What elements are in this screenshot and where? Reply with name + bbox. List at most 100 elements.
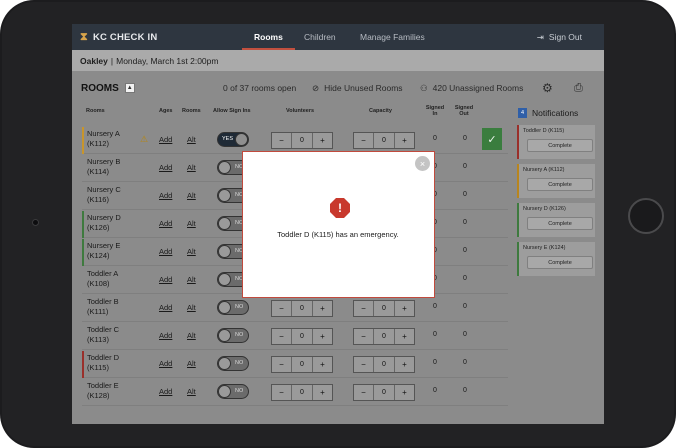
room-name: Nursery C (K116) <box>87 185 121 204</box>
ages-add-link[interactable]: Add <box>159 359 172 368</box>
toggle-knob <box>218 245 231 258</box>
tab-children[interactable]: Children <box>304 24 336 50</box>
col-volunteers: Volunteers <box>286 108 315 114</box>
gear-icon[interactable]: ⚙ <box>542 71 553 105</box>
app-screen: ⧗ KC CHECK IN Rooms Children Manage Fami… <box>72 24 604 424</box>
ages-add-link[interactable]: Add <box>159 331 172 340</box>
close-icon[interactable]: × <box>415 156 430 171</box>
ages-add-link[interactable]: Add <box>159 163 172 172</box>
toggle-knob <box>218 357 231 370</box>
ages-add-link[interactable]: Add <box>159 303 172 312</box>
ages-add-link[interactable]: Add <box>159 387 172 396</box>
ages-add-link[interactable]: Add <box>159 219 172 228</box>
plus-icon[interactable]: + <box>395 357 414 372</box>
tab-manage-families[interactable]: Manage Families <box>360 24 425 50</box>
room-name: Nursery B (K114) <box>87 157 121 176</box>
home-button[interactable] <box>628 198 664 234</box>
rooms-alt-link[interactable]: Alt <box>187 191 196 200</box>
checkmark-icon[interactable]: ✓ <box>482 128 502 150</box>
sign-out-button[interactable]: ⇥ Sign Out <box>537 24 582 50</box>
rooms-alt-link[interactable]: Alt <box>187 135 196 144</box>
minus-icon[interactable]: − <box>354 329 373 344</box>
plus-icon[interactable]: + <box>313 357 332 372</box>
plus-icon[interactable]: + <box>313 301 332 316</box>
ages-add-link[interactable]: Add <box>159 135 172 144</box>
unassigned-label: 420 Unassigned Rooms <box>432 83 524 93</box>
rooms-alt-link[interactable]: Alt <box>187 387 196 396</box>
capacity-stepper[interactable]: −0+ <box>353 328 415 345</box>
plus-icon[interactable]: + <box>395 329 414 344</box>
minus-icon[interactable]: − <box>272 133 291 148</box>
allow-sign-in-toggle[interactable]: NO <box>217 300 249 315</box>
allow-sign-in-toggle[interactable]: NO <box>217 384 249 399</box>
minus-icon[interactable]: − <box>354 385 373 400</box>
hide-unused-rooms-button[interactable]: ⊘ Hide Unused Rooms <box>312 71 403 105</box>
tab-rooms[interactable]: Rooms <box>242 24 295 50</box>
row-status-stripe <box>82 239 84 266</box>
signed-out-count: 0 <box>463 191 467 198</box>
signed-in-count: 0 <box>433 331 437 338</box>
rooms-alt-link[interactable]: Alt <box>187 163 196 172</box>
notification-room: Nursery E (K124) <box>523 245 566 251</box>
brand[interactable]: ⧗ KC CHECK IN <box>80 24 157 50</box>
rooms-alt-link[interactable]: Alt <box>187 219 196 228</box>
plus-icon[interactable]: + <box>313 133 332 148</box>
toggle-knob <box>218 273 231 286</box>
minus-icon[interactable]: − <box>354 133 373 148</box>
tablet-device: ⧗ KC CHECK IN Rooms Children Manage Fami… <box>0 0 676 448</box>
minus-icon[interactable]: − <box>272 385 291 400</box>
printer-icon[interactable]: ⎙ <box>574 71 583 105</box>
capacity-stepper[interactable]: −0+ <box>353 300 415 317</box>
allow-sign-in-toggle[interactable]: YES <box>217 132 249 147</box>
unassigned-rooms-button[interactable]: ⚇ 420 Unassigned Rooms <box>420 71 523 105</box>
hide-unused-label: Hide Unused Rooms <box>324 83 403 93</box>
page-title: ROOMS <box>81 82 119 94</box>
capacity-stepper[interactable]: −0+ <box>353 132 415 149</box>
rooms-alt-link[interactable]: Alt <box>187 247 196 256</box>
col-capacity: Capacity <box>369 108 392 114</box>
plus-icon[interactable]: + <box>395 301 414 316</box>
ages-add-link[interactable]: Add <box>159 191 172 200</box>
notification-card: Nursery D (K126) Complete <box>517 203 595 237</box>
minus-icon[interactable]: − <box>354 301 373 316</box>
volunteers-stepper[interactable]: −0+ <box>271 328 333 345</box>
volunteers-stepper[interactable]: −0+ <box>271 384 333 401</box>
emergency-message: Toddler D (K115) has an emergency. <box>277 230 399 239</box>
table-row: Toddler D (K115) Add Alt NO −0 + −0 + 0 0 <box>82 351 508 378</box>
minus-icon[interactable]: − <box>354 357 373 372</box>
toggle-knob <box>235 133 248 146</box>
capacity-stepper[interactable]: −0+ <box>353 384 415 401</box>
rooms-alt-link[interactable]: Alt <box>187 331 196 340</box>
table-row: Toddler E (K128) Add Alt NO −0 + −0 + 0 0 <box>82 379 508 406</box>
plus-icon[interactable]: + <box>395 133 414 148</box>
notifications-header: 4 Notifications <box>518 108 578 118</box>
eye-off-icon: ⊘ <box>312 82 320 93</box>
warning-icon: ⚠ <box>140 134 149 144</box>
minus-icon[interactable]: − <box>272 357 291 372</box>
table-row: Toddler B (K111) Add Alt NO −0 + −0 + 0 0 <box>82 295 508 322</box>
rooms-alt-link[interactable]: Alt <box>187 303 196 312</box>
allow-sign-in-toggle[interactable]: NO <box>217 356 249 371</box>
capacity-stepper[interactable]: −0+ <box>353 356 415 373</box>
plus-icon[interactable]: + <box>313 329 332 344</box>
volunteers-stepper[interactable]: −0+ <box>271 132 333 149</box>
ages-add-link[interactable]: Add <box>159 275 172 284</box>
separator: | <box>110 55 114 66</box>
plus-icon[interactable]: + <box>313 385 332 400</box>
sign-out-label: Sign Out <box>548 32 582 42</box>
notification-room: Nursery A (K112) <box>523 167 565 173</box>
allow-sign-in-toggle[interactable]: NO <box>217 328 249 343</box>
ages-add-link[interactable]: Add <box>159 247 172 256</box>
rooms-alt-link[interactable]: Alt <box>187 275 196 284</box>
collapse-icon[interactable]: ▲ <box>124 83 135 93</box>
complete-button[interactable]: Complete <box>527 139 593 152</box>
complete-button[interactable]: Complete <box>527 217 593 230</box>
volunteers-stepper[interactable]: −0+ <box>271 300 333 317</box>
plus-icon[interactable]: + <box>395 385 414 400</box>
rooms-alt-link[interactable]: Alt <box>187 359 196 368</box>
volunteers-stepper[interactable]: −0+ <box>271 356 333 373</box>
complete-button[interactable]: Complete <box>527 178 593 191</box>
complete-button[interactable]: Complete <box>527 256 593 269</box>
minus-icon[interactable]: − <box>272 329 291 344</box>
minus-icon[interactable]: − <box>272 301 291 316</box>
